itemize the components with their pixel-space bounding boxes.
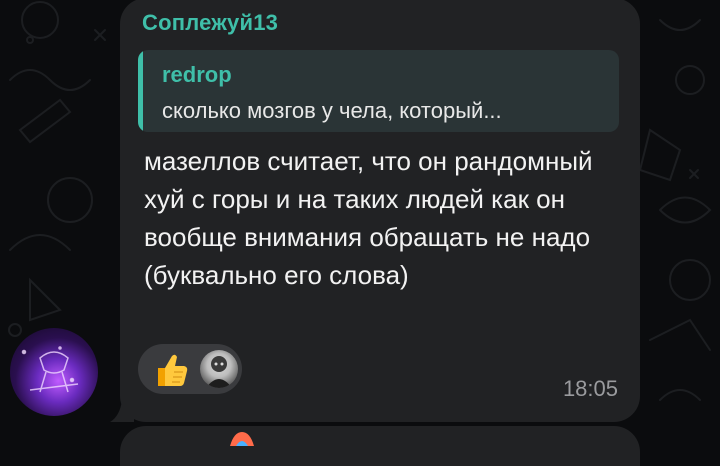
sender-name[interactable]: Соплежуй13 [142,10,278,36]
emoji-icon [230,432,254,446]
avatar-figure-icon [21,346,79,393]
reaction-chip[interactable] [138,344,242,394]
sender-avatar[interactable] [10,328,98,416]
thumbs-up-icon [158,354,188,386]
reactor-face-icon [206,356,232,388]
reply-preview[interactable]: redrop сколько мозгов у чела, который... [138,50,619,132]
reply-author: redrop [162,62,232,87]
reactor-avatar[interactable] [200,350,238,388]
bubble-tail [110,400,134,422]
message-timestamp: 18:05 [562,376,618,401]
message-bubble[interactable]: Соплежуй13 redrop сколько мозгов у чела,… [110,0,640,422]
reply-accent-bar [138,50,143,132]
next-message-bubble[interactable] [120,426,640,466]
message-text: мазеллов считает, что он рандомный хуй с… [144,146,593,290]
reply-text: сколько мозгов у чела, который... [162,98,502,123]
